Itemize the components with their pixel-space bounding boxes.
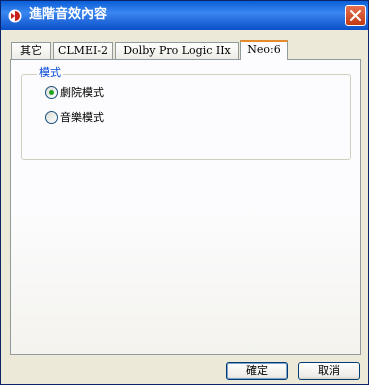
radio-selected-dot [49,90,54,95]
speaker-app-icon [8,9,22,23]
close-icon [350,10,361,21]
radio-theater-label: 劇院模式 [60,86,104,99]
dialog-window: 進階音效內容 其它 CLMEI-2 Dolby Pro Logic IIx Ne… [0,0,369,385]
radio-button[interactable] [45,111,58,124]
cancel-button[interactable]: 取消 [298,362,360,380]
mode-group-legend: 模式 [37,66,63,80]
window-title: 進階音效內容 [29,7,108,22]
tab-clmei2[interactable]: CLMEI-2 [53,42,113,59]
radio-music-label: 音樂模式 [60,111,104,124]
title-bar[interactable]: 進階音效內容 [1,1,368,30]
ok-button[interactable]: 確定 [226,362,288,380]
tab-dolby-pro-logic[interactable]: Dolby Pro Logic IIx [115,42,239,59]
tab-other[interactable]: 其它 [11,42,51,59]
tab-neo6[interactable]: Neo:6 [240,40,288,60]
radio-button[interactable] [45,86,58,99]
close-button[interactable] [345,5,366,26]
